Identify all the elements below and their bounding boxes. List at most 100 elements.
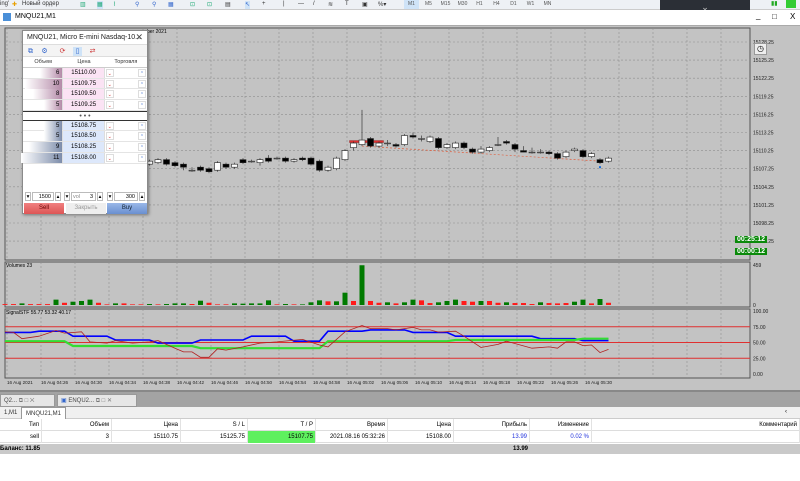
- dom-price[interactable]: 15110.00: [63, 68, 105, 78]
- shapes-icon[interactable]: %▾: [378, 1, 386, 9]
- buy-limit-chevron-icon[interactable]: ⌃: [138, 153, 147, 162]
- dom-refresh-icon[interactable]: ⟳: [58, 47, 67, 56]
- bar-chart-icon[interactable]: ▥: [80, 1, 86, 9]
- tile-icon[interactable]: ▦: [168, 1, 174, 9]
- crosshair-icon[interactable]: +: [262, 1, 266, 9]
- templates-icon[interactable]: ▤: [225, 1, 231, 9]
- depth-of-market-dialog[interactable]: MNQU21, Micro E-mini Nasdaq-10... ✕ ⧉ ⚙ ⟳…: [21, 30, 148, 214]
- dom-trade-cell[interactable]: ⌄ ⌃: [105, 100, 147, 110]
- column-header[interactable]: Прибыль: [454, 419, 530, 431]
- buy-limit-chevron-icon[interactable]: ⌃: [138, 69, 147, 77]
- dom-trade-cell[interactable]: ⌄ ⌃: [105, 68, 147, 78]
- minimized-window[interactable]: ▣ ENQU2... ⧉ □ ✕: [57, 394, 137, 407]
- fibo-icon[interactable]: ≋: [328, 1, 333, 9]
- dom-ask-row[interactable]: 8 15109.50 ⌄ ⌃: [23, 89, 147, 101]
- new-order-icon[interactable]: ✚: [12, 1, 17, 9]
- sell-limit-chevron-icon[interactable]: ⌄: [105, 101, 114, 110]
- buy-button[interactable]: Buy: [107, 203, 147, 214]
- timeframe-m30[interactable]: M30: [455, 0, 470, 9]
- dom-ask-row[interactable]: 6 15110.00 ⌄ ⌃: [23, 68, 147, 79]
- dom-price[interactable]: 15109.75: [63, 78, 105, 89]
- sell-limit-chevron-icon[interactable]: ⌄: [105, 121, 114, 130]
- vol-decrement[interactable]: ▾: [64, 192, 70, 201]
- dom-price[interactable]: 15108.00: [63, 152, 105, 163]
- dom-close-button[interactable]: ✕: [135, 32, 143, 43]
- buy-limit-chevron-icon[interactable]: ⌃: [138, 79, 147, 88]
- dom-trade-cell[interactable]: ⌄ ⌃: [105, 142, 147, 152]
- right-value-input[interactable]: 300: [114, 192, 138, 201]
- dom-chart-icon[interactable]: ⧉: [26, 47, 35, 56]
- timeframe-h4[interactable]: H4: [489, 0, 504, 9]
- sell-limit-chevron-icon[interactable]: ⌄: [105, 132, 114, 141]
- timeframe-m15[interactable]: M15: [438, 0, 453, 9]
- right-decrement[interactable]: ▾: [107, 192, 113, 201]
- sell-limit-chevron-icon[interactable]: ⌄: [105, 90, 114, 99]
- left-increment[interactable]: ▴: [55, 192, 61, 201]
- column-header[interactable]: Изменение: [530, 419, 592, 431]
- text-icon[interactable]: T: [345, 1, 349, 9]
- tabs-scroll-left[interactable]: ‹: [785, 409, 787, 415]
- column-header[interactable]: Комментарий: [592, 419, 800, 431]
- zoom-in-icon[interactable]: ⚲: [135, 1, 139, 9]
- left-value-input[interactable]: 1500: [32, 192, 54, 201]
- dom-trade-cell[interactable]: ⌄ ⌃: [105, 153, 147, 163]
- buy-limit-chevron-icon[interactable]: ⌃: [138, 90, 147, 99]
- close-position-button[interactable]: Закрыть: [66, 203, 106, 214]
- dom-swap-icon[interactable]: ⇄: [88, 47, 97, 56]
- sell-limit-chevron-icon[interactable]: ⌄: [105, 153, 114, 162]
- dom-ask-row[interactable]: 5 15109.25 ⌄ ⌃: [23, 100, 147, 111]
- column-header[interactable]: Время: [316, 419, 388, 431]
- label-icon[interactable]: ▣: [362, 1, 368, 9]
- dom-price[interactable]: 15108.50: [63, 131, 105, 142]
- sell-limit-chevron-icon[interactable]: ⌄: [105, 143, 114, 152]
- right-increment[interactable]: ▴: [139, 192, 145, 201]
- dom-ask-row[interactable]: 10 15109.75 ⌄ ⌃: [23, 78, 147, 90]
- timeframe-m1[interactable]: M1: [404, 0, 419, 9]
- dom-settings-icon[interactable]: ⚙: [40, 47, 49, 56]
- line-chart-icon[interactable]: ⌇: [113, 1, 116, 9]
- maximize-button[interactable]: □: [772, 12, 777, 21]
- column-header[interactable]: T / P: [248, 419, 316, 431]
- minimized-window[interactable]: Q2... ⧉ □ ✕: [0, 394, 55, 407]
- column-header[interactable]: Цена: [388, 419, 454, 431]
- volume-input[interactable]: vol 3: [71, 192, 96, 201]
- buy-limit-chevron-icon[interactable]: ⌃: [138, 121, 147, 130]
- timeframe-mn[interactable]: MN: [540, 0, 555, 9]
- table-row[interactable]: sell 3 15110.75 15125.75 15107.75 2021.08.16 …: [0, 431, 800, 443]
- left-decrement[interactable]: ▾: [25, 192, 31, 201]
- dom-price[interactable]: 15109.50: [63, 89, 105, 100]
- zoom-out-icon[interactable]: ⚲: [152, 1, 156, 9]
- close-button[interactable]: X: [790, 12, 795, 21]
- chart-shift-icon[interactable]: ⊡: [207, 1, 212, 9]
- sell-limit-chevron-icon[interactable]: ⌄: [105, 79, 114, 88]
- vertical-line-icon[interactable]: |: [283, 1, 285, 9]
- sell-limit-chevron-icon[interactable]: ⌄: [105, 69, 114, 77]
- trendline-icon[interactable]: /: [313, 1, 315, 9]
- dom-trade-cell[interactable]: ⌄ ⌃: [105, 79, 147, 89]
- chart-tab[interactable]: 1,M1: [0, 407, 21, 419]
- minimize-button[interactable]: _: [756, 11, 760, 20]
- dom-trade-cell[interactable]: ⌄ ⌃: [105, 131, 147, 141]
- column-header[interactable]: Объем: [42, 419, 112, 431]
- dom-bid-row[interactable]: 5 15108.75 ⌄ ⌃: [23, 120, 147, 132]
- dom-trade-cell[interactable]: ⌄ ⌃: [105, 121, 147, 131]
- column-header[interactable]: S / L: [181, 419, 248, 431]
- buy-limit-chevron-icon[interactable]: ⌃: [138, 143, 147, 152]
- column-header[interactable]: Тип: [0, 419, 42, 431]
- column-header[interactable]: Цена: [112, 419, 181, 431]
- candle-chart-icon[interactable]: ▦: [97, 1, 103, 9]
- timeframe-h1[interactable]: H1: [472, 0, 487, 9]
- dom-titlebar[interactable]: MNQU21, Micro E-mini Nasdaq-10... ✕: [23, 31, 147, 44]
- timeframe-w1[interactable]: W1: [523, 0, 538, 9]
- dom-price[interactable]: 15108.75: [63, 120, 105, 131]
- vol-increment[interactable]: ▴: [97, 192, 103, 201]
- cursor-icon[interactable]: ↖: [245, 1, 251, 9]
- chart-tab-active[interactable]: MNQU21,M1: [21, 407, 67, 419]
- dom-bid-row[interactable]: 11 15108.00 ⌄ ⌃: [21, 152, 147, 164]
- horizontal-line-icon[interactable]: —: [298, 1, 304, 9]
- sell-button[interactable]: Sell: [24, 203, 64, 214]
- buy-limit-chevron-icon[interactable]: ⌃: [138, 132, 147, 141]
- dom-bid-row[interactable]: 5 15108.50 ⌄ ⌃: [23, 131, 147, 143]
- autoscroll-icon[interactable]: ⊡: [190, 1, 195, 9]
- new-order-button[interactable]: Новый ордер: [22, 1, 59, 9]
